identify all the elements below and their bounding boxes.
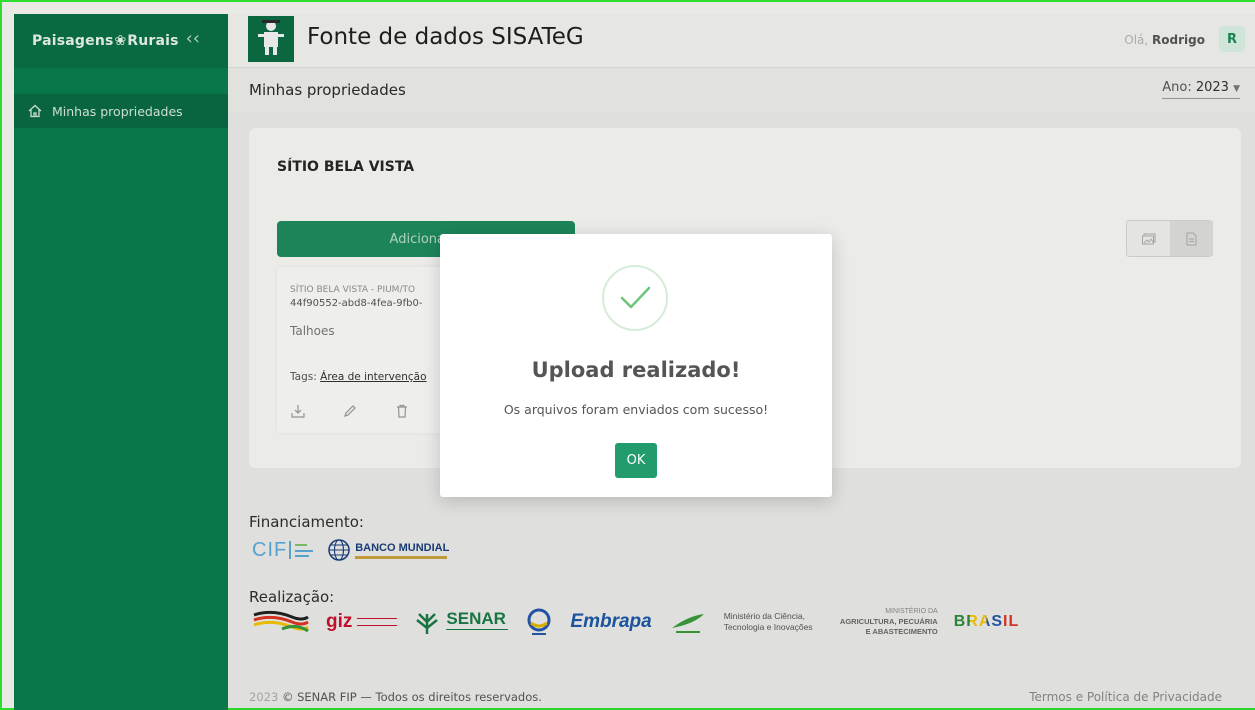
success-modal: Upload realizado! Os arquivos foram envi… xyxy=(440,234,832,497)
modal-title: Upload realizado! xyxy=(531,358,741,382)
success-check-icon xyxy=(602,265,668,331)
modal-message: Os arquivos foram enviados com sucesso! xyxy=(503,402,769,417)
ok-button[interactable]: OK xyxy=(615,443,657,478)
